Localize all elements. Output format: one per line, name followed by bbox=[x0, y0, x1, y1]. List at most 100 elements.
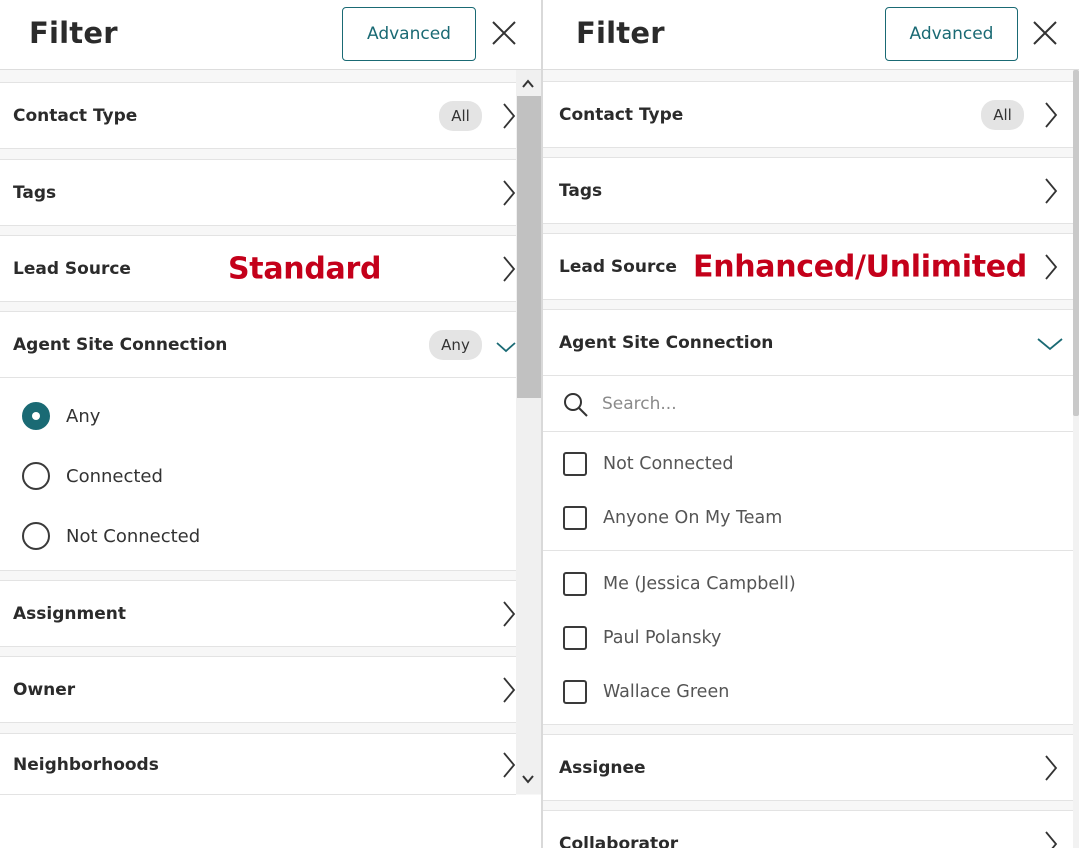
scroll-up-icon[interactable] bbox=[522, 79, 534, 89]
radio-button[interactable] bbox=[22, 462, 50, 490]
agent-site-pill: Any bbox=[429, 329, 482, 360]
section-row[interactable]: Agent Site Connection bbox=[543, 310, 1073, 376]
checkbox-label: Me (Jessica Campbell) bbox=[603, 574, 796, 594]
section-row: Lead Source Enhanced/Unlimited bbox=[543, 234, 1073, 300]
checkbox-option-paul-polansky[interactable]: Paul Polansky bbox=[563, 624, 721, 652]
checkbox-option-me[interactable]: Me (Jessica Campbell) bbox=[563, 570, 796, 598]
chevron-right-icon bbox=[503, 256, 516, 282]
close-icon[interactable] bbox=[490, 19, 518, 47]
section-neighborhoods[interactable]: Neighborhoods bbox=[0, 733, 516, 795]
section-row: Assignment bbox=[0, 581, 516, 647]
section-label: Assignment bbox=[13, 604, 126, 624]
filter-header: Filter Advanced bbox=[543, 0, 1079, 70]
radio-label: Connected bbox=[66, 465, 163, 487]
checkbox[interactable] bbox=[563, 506, 587, 530]
filter-header: Filter Advanced bbox=[0, 0, 541, 70]
section-label: Collaborator bbox=[559, 834, 679, 848]
checkbox-label: Anyone On My Team bbox=[603, 508, 783, 528]
filter-panel-standard: Filter Advanced Contact Type All Tags Le… bbox=[0, 0, 541, 848]
section-label: Neighborhoods bbox=[13, 755, 159, 775]
section-contact-type[interactable]: Contact Type All bbox=[543, 81, 1073, 148]
scrollbar-thumb[interactable] bbox=[517, 96, 541, 398]
section-row: Tags bbox=[0, 160, 516, 226]
section-label: Agent Site Connection bbox=[13, 334, 228, 355]
section-label: Tags bbox=[13, 183, 57, 203]
chevron-right-icon bbox=[1045, 254, 1058, 280]
section-lead-source[interactable]: Lead Source Standard bbox=[0, 235, 516, 302]
radio-button[interactable] bbox=[22, 522, 50, 550]
chevron-right-icon bbox=[503, 601, 516, 627]
search-input[interactable]: Search... bbox=[602, 394, 677, 414]
advanced-button[interactable]: Advanced bbox=[342, 7, 476, 61]
radio-button-checked[interactable] bbox=[22, 402, 50, 430]
scrollbar-thumb[interactable] bbox=[1073, 70, 1079, 416]
checkbox[interactable] bbox=[563, 572, 587, 596]
chevron-right-icon bbox=[503, 752, 516, 778]
radio-option-any[interactable]: Any bbox=[22, 401, 100, 431]
scrollbar[interactable] bbox=[1073, 70, 1079, 848]
radio-option-connected[interactable]: Connected bbox=[22, 461, 163, 491]
section-agent-site-connection: Agent Site Connection Any Any Connected … bbox=[0, 311, 516, 571]
chevron-right-icon bbox=[503, 103, 516, 129]
radio-label: Not Connected bbox=[66, 525, 201, 547]
chevron-right-icon bbox=[1045, 102, 1058, 128]
contact-type-pill: All bbox=[439, 101, 482, 131]
chevron-right-icon bbox=[503, 180, 516, 206]
section-assignment[interactable]: Assignment bbox=[0, 580, 516, 647]
section-contact-type[interactable]: Contact Type All bbox=[0, 82, 516, 149]
checkbox[interactable] bbox=[563, 452, 587, 476]
section-label: Tags bbox=[559, 181, 603, 201]
filter-title: Filter bbox=[29, 16, 118, 50]
checkbox-label: Wallace Green bbox=[603, 682, 730, 702]
section-row: Neighborhoods bbox=[0, 734, 516, 796]
section-lead-source[interactable]: Lead Source Enhanced/Unlimited bbox=[543, 233, 1073, 300]
section-label: Contact Type bbox=[13, 106, 138, 126]
checkbox-label: Paul Polansky bbox=[603, 628, 722, 648]
tier-annotation: Standard bbox=[228, 251, 382, 287]
section-label: Lead Source bbox=[559, 257, 677, 277]
checkbox-label: Not Connected bbox=[603, 454, 734, 474]
chevron-right-icon bbox=[1045, 178, 1058, 204]
scrollbar[interactable] bbox=[516, 70, 541, 794]
section-row: Owner bbox=[0, 657, 516, 723]
section-row: Contact Type All bbox=[0, 83, 516, 149]
radio-label: Any bbox=[66, 405, 101, 427]
section-label: Contact Type bbox=[559, 105, 684, 125]
checkbox[interactable] bbox=[563, 626, 587, 650]
section-row: Collaborator bbox=[543, 811, 1073, 848]
search-row[interactable]: Search... bbox=[543, 376, 1073, 432]
section-label: Assignee bbox=[559, 758, 646, 778]
checkbox-option-wallace-green[interactable]: Wallace Green bbox=[563, 678, 729, 706]
chevron-right-icon bbox=[503, 677, 516, 703]
radio-option-not-connected[interactable]: Not Connected bbox=[22, 521, 200, 551]
section-owner[interactable]: Owner bbox=[0, 656, 516, 723]
close-icon[interactable] bbox=[1031, 19, 1059, 47]
advanced-button[interactable]: Advanced bbox=[885, 7, 1018, 61]
section-collaborator[interactable]: Collaborator bbox=[543, 810, 1073, 848]
search-icon bbox=[564, 393, 588, 417]
section-row[interactable]: Agent Site Connection Any bbox=[0, 312, 516, 378]
section-row: Lead Source Standard bbox=[0, 236, 516, 302]
option-separator bbox=[543, 550, 1073, 551]
section-label: Agent Site Connection bbox=[559, 332, 774, 353]
section-tags[interactable]: Tags bbox=[543, 157, 1073, 224]
section-tags[interactable]: Tags bbox=[0, 159, 516, 226]
tier-annotation: Enhanced/Unlimited bbox=[693, 249, 1027, 285]
section-row: Contact Type All bbox=[543, 82, 1073, 148]
section-agent-site-connection: Agent Site Connection Search... Not Conn… bbox=[543, 309, 1073, 725]
chevron-down-icon bbox=[496, 342, 516, 353]
section-assignee[interactable]: Assignee bbox=[543, 734, 1073, 801]
chevron-down-icon bbox=[1037, 338, 1063, 351]
filter-panel-enhanced: Filter Advanced Contact Type All Tags Le… bbox=[543, 0, 1079, 848]
scroll-down-icon[interactable] bbox=[522, 774, 534, 784]
filter-title: Filter bbox=[576, 16, 665, 50]
footer-blank bbox=[0, 795, 541, 848]
chevron-right-icon bbox=[1045, 755, 1058, 781]
checkbox[interactable] bbox=[563, 680, 587, 704]
contact-type-pill: All bbox=[981, 100, 1024, 130]
checkbox-option-anyone-on-my-team[interactable]: Anyone On My Team bbox=[563, 504, 782, 532]
section-row: Assignee bbox=[543, 735, 1073, 801]
chevron-right-icon bbox=[1045, 831, 1058, 848]
checkbox-option-not-connected[interactable]: Not Connected bbox=[563, 450, 733, 478]
section-label: Lead Source bbox=[13, 259, 131, 279]
